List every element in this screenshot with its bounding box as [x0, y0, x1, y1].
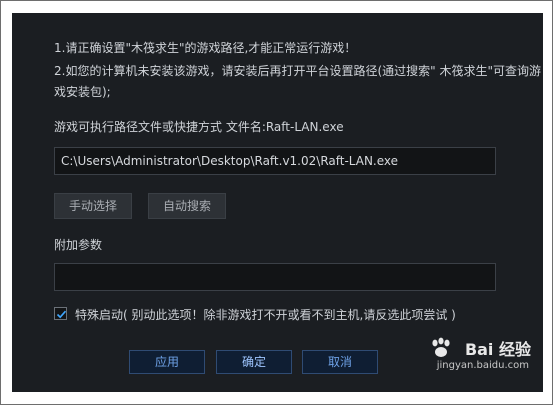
checkmark-icon [56, 310, 67, 319]
baidu-jingyan-watermark: Bai 经验 jingyan.baidu.com [413, 336, 531, 376]
instruction-line-2: 2.如您的计算机未安装该游戏，请安装后再打开平台设置路径(通过搜索" 木筏求生"… [54, 64, 541, 78]
auto-search-button[interactable]: 自动搜索 [148, 193, 226, 219]
game-path-settings-dialog: 1.请正确设置"木筏求生"的游戏路径,才能正常运行游戏！ 2.如您的计算机未安装… [12, 13, 543, 392]
instruction-line-3: 戏安装包); [54, 85, 111, 99]
game-path-label: 游戏可执行路径文件或快捷方式 文件名:Raft-LAN.exe [54, 120, 344, 134]
game-path-input[interactable]: C:\Users\Administrator\Desktop\Raft.v1.0… [54, 147, 496, 175]
manual-select-button[interactable]: 手动选择 [54, 193, 132, 219]
game-path-value: C:\Users\Administrator\Desktop\Raft.v1.0… [61, 154, 399, 168]
screenshot-frame: 1.请正确设置"木筏求生"的游戏路径,才能正常运行游戏！ 2.如您的计算机未安装… [0, 0, 553, 405]
ok-button[interactable]: 确定 [216, 350, 292, 374]
instruction-line-1: 1.请正确设置"木筏求生"的游戏路径,才能正常运行游戏！ [54, 41, 357, 55]
extra-params-input[interactable] [54, 263, 496, 291]
special-launch-label: 特殊启动( 别动此选项！除非游戏打不开或看不到主机,请反选此项尝试 ) [75, 308, 456, 322]
apply-button[interactable]: 应用 [129, 350, 205, 374]
extra-params-label: 附加参数 [54, 238, 103, 252]
cancel-button[interactable]: 取消 [302, 350, 378, 374]
watermark-url: jingyan.baidu.com [436, 360, 529, 371]
watermark-brand: Bai 经验 [464, 340, 531, 359]
paw-icon [432, 337, 450, 357]
special-launch-checkbox[interactable] [54, 307, 67, 320]
